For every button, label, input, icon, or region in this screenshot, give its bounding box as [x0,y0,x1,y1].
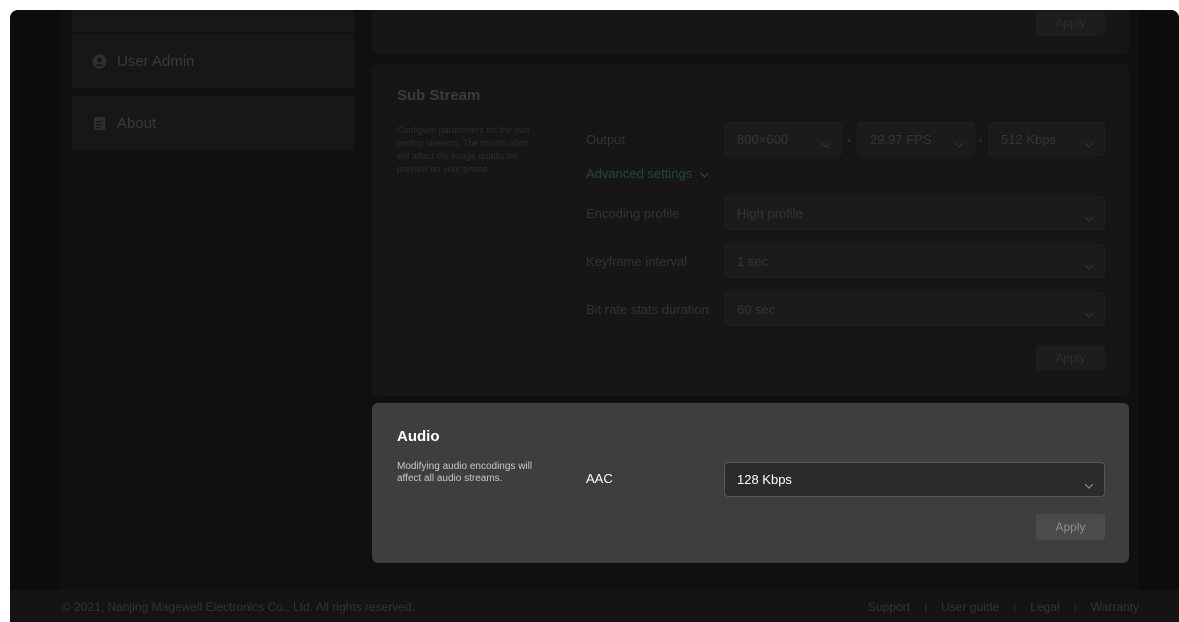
separator-dot [848,139,851,142]
aac-bitrate-select[interactable]: 128 Kbps [724,462,1105,497]
sub-stream-apply-button[interactable]: Apply [1036,345,1105,371]
overlay-left-band [10,10,60,590]
advanced-settings-label: Advanced settings [586,166,693,181]
audio-panel: Audio Modifying audio encodings will aff… [372,403,1129,563]
chevron-down-icon [1084,210,1094,222]
separator-dot [979,139,982,142]
audio-section-description: Modifying audio encodings will affect al… [397,461,533,484]
encoding-profile-value: High profile [737,205,803,221]
encoding-profile-select[interactable]: High profile [724,196,1105,230]
chevron-down-icon [1084,258,1094,270]
footer: © 2021, Nanjing Magewell Electronics Co.… [10,590,1179,622]
section-description: Configure parameters for the sub coding … [397,125,530,174]
chevron-down-icon [1084,477,1094,489]
footer-link-warranty[interactable]: Warranty [1091,600,1139,614]
encoding-profile-label: Encoding profile [586,206,680,221]
resolution-value: 800×600 [737,131,788,147]
chevron-down-icon [1084,306,1094,318]
sidebar-item-user-admin[interactable]: User Admin [72,34,354,88]
footer-link-support[interactable]: Support [868,600,910,614]
sidebar-item-label: User Admin [117,52,195,70]
bitrate-select[interactable]: 512 Kbps [988,122,1105,156]
main-stream-apply-button[interactable]: Apply [1036,10,1105,36]
keyframe-interval-label: Keyframe interval [586,254,688,269]
link-separator: | [1073,600,1077,614]
chevron-down-icon [700,166,709,181]
footer-link-legal[interactable]: Legal [1030,600,1059,614]
footer-links: Support | User guide | Legal | Warranty [868,600,1139,614]
sidebar-item-about[interactable]: About [72,96,354,150]
link-separator: | [923,600,928,614]
overlay-right-band [1139,10,1179,590]
chevron-down-icon [821,136,831,148]
frame-rate-value: 29.97 FPS [870,131,932,147]
main-stream-panel: Apply [372,10,1129,54]
bitrate-stats-label: Bit rate stats duration [586,302,709,317]
output-label: Output [586,132,626,147]
section-title: Sub Stream [397,87,481,104]
resolution-select[interactable]: 800×600 [724,122,842,156]
chevron-down-icon [1084,136,1094,148]
document-icon [92,116,107,131]
bitrate-stats-value: 60 sec [737,301,776,317]
aac-label: AAC [586,471,613,486]
sidebar-item-label: About [117,114,157,132]
copyright-text: © 2021, Nanjing Magewell Electronics Co.… [62,600,416,614]
audio-section-title: Audio [397,428,440,445]
audio-apply-button[interactable]: Apply [1036,514,1105,540]
link-separator: | [1013,600,1017,614]
footer-link-user-guide[interactable]: User guide [941,600,999,614]
bitrate-value: 512 Kbps [1001,131,1056,147]
frame-rate-select[interactable]: 29.97 FPS [857,122,975,156]
keyframe-interval-select[interactable]: 1 sec [724,244,1105,278]
aac-bitrate-value: 128 Kbps [737,472,792,487]
advanced-settings-toggle[interactable]: Advanced settings [586,166,709,181]
bitrate-stats-select[interactable]: 60 sec [724,292,1105,326]
chevron-down-icon [954,136,964,148]
keyframe-interval-value: 1 sec [737,253,769,269]
user-circle-icon [92,54,107,69]
app-window: User Admin About Apply Sub Stream Config… [10,10,1179,622]
sub-stream-panel: Sub Stream Configure parameters for the … [372,64,1129,396]
sidebar-item-hidden[interactable] [72,10,354,32]
